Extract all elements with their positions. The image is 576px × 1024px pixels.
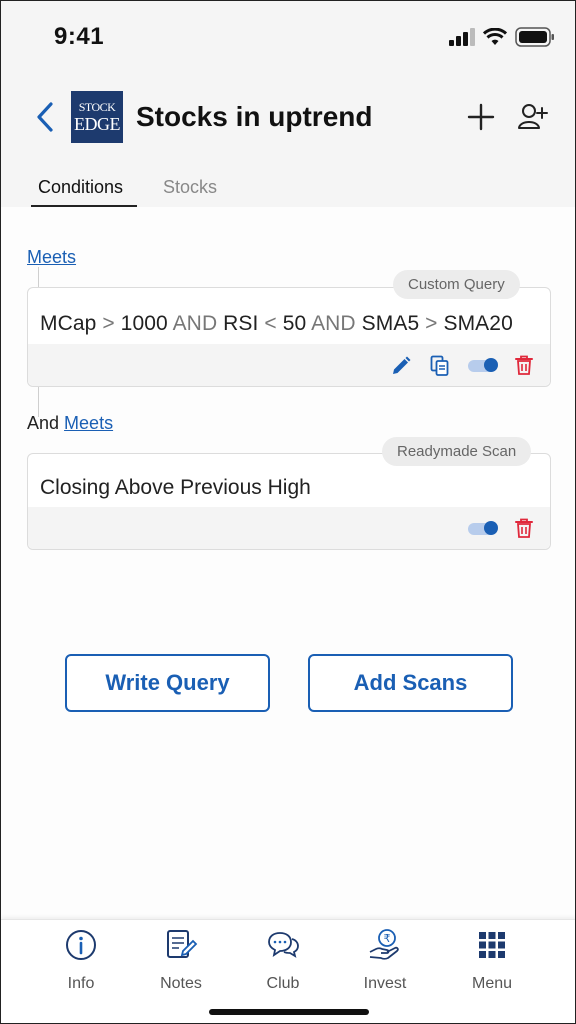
page-title: Stocks in uptrend: [136, 101, 373, 132]
nav-label: Menu: [471, 975, 513, 992]
nav-label: Notes: [160, 975, 202, 992]
logo-line1: STOCK: [78, 100, 116, 114]
trash-icon: [515, 518, 533, 538]
nav-item-notes[interactable]: Notes: [141, 928, 221, 998]
stockedge-logo: STOCK EDGE: [71, 91, 123, 143]
conditions-panel: Meets MCap > 1000 AND RSI < 50 AND SMA5 …: [1, 207, 575, 919]
cellular-signal-icon: [449, 28, 475, 46]
meets-link[interactable]: Meets: [64, 413, 113, 433]
nav-label: Club: [266, 975, 300, 992]
logo-line2: EDGE: [74, 114, 121, 134]
tab-stocks[interactable]: Stocks: [163, 177, 217, 198]
and-label: And: [27, 413, 60, 433]
toggle-knob: [484, 358, 498, 372]
readymade-scan-badge: Readymade Scan: [382, 437, 532, 466]
nav-label: Invest: [363, 975, 407, 992]
condition-card-custom-query: MCap > 1000 AND RSI < 50 AND SMA5 > SMA2…: [27, 287, 551, 387]
enable-toggle[interactable]: [468, 521, 498, 535]
card-actions: [28, 344, 550, 386]
nav-item-invest[interactable]: ₹ Invest: [345, 928, 425, 998]
custom-query-badge: Custom Query: [393, 270, 520, 299]
app-header: STOCK EDGE Stocks in uptrend: [1, 85, 575, 149]
query-token: MCap: [40, 312, 97, 335]
club-icon: [268, 932, 299, 958]
card-actions: [28, 507, 550, 549]
and-meets-row: And Meets: [27, 413, 113, 434]
nav-item-info[interactable]: Info: [41, 928, 121, 998]
query-token: SMA5: [361, 312, 420, 335]
delete-button[interactable]: [511, 352, 537, 378]
status-bar: 9:41: [1, 1, 575, 71]
query-operator: >: [102, 312, 115, 335]
toggle-knob: [484, 521, 498, 535]
add-user-button[interactable]: [515, 99, 551, 135]
chevron-left-icon: [37, 102, 53, 132]
app-screen: 9:41 STOCK EDGE Stocks in uptrend Condit…: [0, 0, 576, 1024]
nav-item-club[interactable]: Club: [243, 928, 323, 998]
wifi-icon: [483, 28, 507, 45]
add-user-icon: [518, 104, 548, 129]
plus-icon: [467, 103, 495, 131]
scan-name: Closing Above Previous High: [40, 476, 311, 499]
add-scans-button[interactable]: Add Scans: [308, 654, 513, 712]
query-operator: AND: [172, 312, 218, 335]
condition-card-readymade-scan: Closing Above Previous High: [27, 453, 551, 550]
enable-toggle[interactable]: [468, 358, 498, 372]
notes-icon: [167, 930, 198, 958]
query-operator: <: [264, 312, 277, 335]
query-operator: AND: [311, 312, 356, 335]
back-button[interactable]: [29, 97, 61, 137]
query-token: RSI: [223, 312, 259, 335]
query-token: 1000: [120, 312, 168, 335]
query-token: SMA20: [443, 312, 513, 335]
add-button[interactable]: [463, 99, 499, 135]
status-time: 9:41: [54, 23, 105, 50]
query-operator: >: [425, 312, 438, 335]
status-icons: [449, 27, 555, 47]
menu-grid-icon: [479, 932, 505, 958]
write-query-button[interactable]: Write Query: [65, 654, 270, 712]
svg-text:₹: ₹: [384, 932, 391, 945]
edit-button[interactable]: [388, 353, 414, 379]
trash-icon: [515, 355, 533, 375]
nav-label: Info: [67, 975, 95, 992]
copy-button[interactable]: [428, 353, 452, 379]
query-token: 50: [282, 312, 307, 335]
info-icon: [66, 930, 96, 960]
query-text: MCap > 1000 AND RSI < 50 AND SMA5 > SMA2…: [40, 312, 513, 336]
tab-bar: Conditions Stocks: [1, 169, 575, 207]
nav-item-menu[interactable]: Menu: [452, 928, 532, 998]
pencil-icon: [393, 356, 411, 374]
battery-icon: [515, 27, 554, 47]
invest-icon: ₹: [369, 929, 399, 960]
delete-button[interactable]: [511, 515, 537, 541]
tab-conditions[interactable]: Conditions: [38, 177, 123, 198]
meets-link[interactable]: Meets: [27, 247, 76, 268]
copy-icon: [430, 355, 449, 376]
home-indicator[interactable]: [209, 1009, 369, 1015]
